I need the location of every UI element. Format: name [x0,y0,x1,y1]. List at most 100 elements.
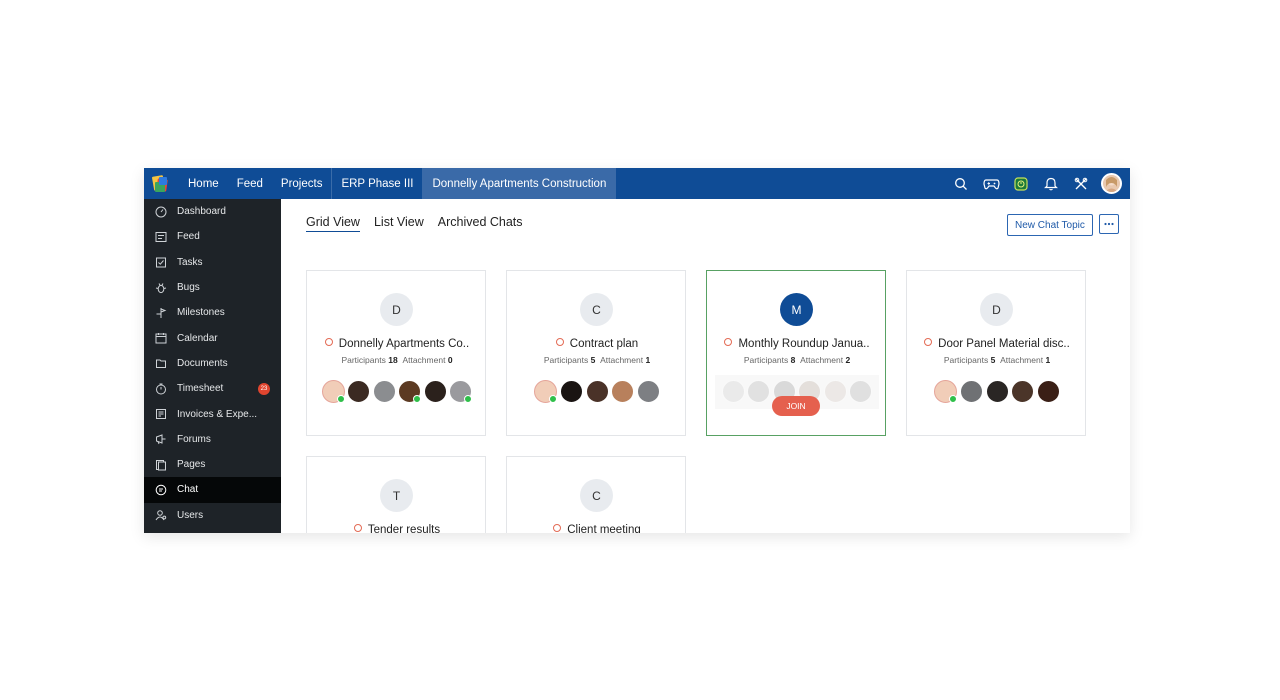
participant-avatar[interactable] [372,380,396,403]
sidebar-item-label: Dashboard [177,206,226,218]
participant-avatar[interactable] [934,380,958,403]
sidebar-item-milestones[interactable]: Milestones [144,300,281,325]
participant-avatar[interactable] [1011,380,1035,403]
chat-card[interactable]: D Door Panel Material disc.. Participant… [906,270,1086,436]
chat-title: Client meeting [567,524,641,533]
participants-label: Participants [341,355,386,365]
chat-card[interactable]: C Client meeting [506,456,686,533]
gamepad-icon[interactable] [981,174,1001,194]
chat-card[interactable]: T Tender results [306,456,486,533]
chat-topic-icon [555,338,564,346]
sidebar-item-label: Milestones [177,307,225,319]
nav-erp-phase[interactable]: ERP Phase III [331,168,422,199]
sidebar-item-calendar[interactable]: Calendar [144,325,281,350]
sidebar-item-dashboard[interactable]: Dashboard [144,199,281,224]
attachment-label: Attachment [800,355,844,365]
more-options-button[interactable] [1099,214,1119,234]
tools-icon[interactable] [1071,174,1091,194]
invoice-icon [154,408,167,421]
sidebar-item-label: Invoices & Expe... [177,408,258,420]
sidebar-item-label: Calendar [177,332,218,344]
participant-avatars [907,380,1087,403]
more-icon [1104,222,1114,226]
chat-icon [154,483,167,496]
chat-topic-icon [924,338,933,346]
nav-feed[interactable]: Feed [228,168,272,199]
chat-topic-icon [724,338,733,346]
attachment-label: Attachment [600,355,644,365]
chat-title: Tender results [367,524,441,533]
participant-avatar[interactable] [559,380,583,403]
chat-card[interactable]: M Monthly Roundup Janua.. Participants 8… [706,270,886,436]
chat-avatar-letter: D [980,293,1013,326]
notification-badge: 23 [258,383,270,396]
participant-avatar[interactable] [985,380,1009,403]
participant-avatar[interactable] [347,380,371,403]
sidebar-item-tasks[interactable]: Tasks [144,250,281,275]
participant-avatar[interactable] [1036,380,1060,403]
sidebar-item-feed[interactable]: Feed [144,224,281,249]
participant-avatar[interactable] [959,380,983,403]
attachment-count: 2 [845,355,851,365]
sidebar-item-timesheet[interactable]: Timesheet 23 [144,376,281,401]
sidebar-item-chat[interactable]: Chat [144,477,281,503]
timer-icon[interactable] [1011,174,1031,194]
participant-avatar[interactable] [585,380,609,403]
tab-archived-chats[interactable]: Archived Chats [438,215,523,232]
sidebar-item-bugs[interactable]: Bugs [144,275,281,300]
chat-card[interactable]: D Donnelly Apartments Co.. Participants … [306,270,486,436]
join-button[interactable]: JOIN [772,396,820,416]
bell-icon[interactable] [1041,174,1061,194]
new-chat-topic-button[interactable]: New Chat Topic [1007,214,1093,236]
sidebar-item-forums[interactable]: Forums [144,427,281,452]
chat-avatar-letter: C [580,293,613,326]
chat-avatar-letter: C [580,479,613,512]
participant-avatar[interactable] [398,380,422,403]
view-tabs: Grid View List View Archived Chats [306,215,523,232]
sidebar-item-label: Forums [177,433,211,445]
participant-avatar [849,380,873,403]
top-nav: Home Feed Projects ERP Phase III Donnell… [144,168,1130,199]
nav-actions [951,168,1122,199]
chat-card[interactable]: C Contract plan Participants 5 Attachmen… [506,270,686,436]
tab-grid-view[interactable]: Grid View [306,215,360,232]
participant-avatar[interactable] [449,380,473,403]
participant-avatar[interactable] [636,380,660,403]
chat-avatar-letter: M [780,293,813,326]
participant-avatar[interactable] [423,380,447,403]
sidebar-item-label: Documents [177,357,228,369]
chat-title: Monthly Roundup Janua.. [738,338,870,350]
users-icon [154,509,167,522]
tab-list-view[interactable]: List View [374,215,424,232]
sidebar-item-label: Feed [177,231,200,243]
sidebar-item-label: Users [177,509,204,521]
sidebar: Dashboard Feed Tasks Bugs Milestones Cal… [144,199,281,533]
participants-count: 8 [790,355,796,365]
sidebar-item-pages[interactable]: Pages [144,452,281,477]
participant-avatar [823,380,847,403]
nav-projects[interactable]: Projects [272,168,332,199]
chat-title: Door Panel Material disc.. [938,338,1070,350]
chat-avatar-letter: T [380,479,413,512]
chat-topic-icon [553,524,562,532]
search-icon[interactable] [951,174,971,194]
attachment-count: 1 [1045,355,1051,365]
sidebar-item-documents[interactable]: Documents [144,351,281,376]
app-logo-icon[interactable] [151,174,171,194]
sidebar-item-invoices[interactable]: Invoices & Expe... [144,401,281,426]
participants-count: 5 [990,355,996,365]
participant-avatar[interactable] [611,380,635,403]
sidebar-item-label: Tasks [177,256,203,268]
main-content: Grid View List View Archived Chats New C… [281,199,1130,533]
user-avatar[interactable] [1101,173,1122,194]
sidebar-item-label: Chat [177,484,199,496]
participant-avatar[interactable] [534,380,558,403]
nav-home[interactable]: Home [179,168,228,199]
sidebar-item-users[interactable]: Users [144,503,281,528]
participants-label: Participants [943,355,989,365]
app-window: Home Feed Projects ERP Phase III Donnell… [144,168,1130,533]
sidebar-item-label: Pages [177,459,206,471]
nav-current-project[interactable]: Donnelly Apartments Construction [422,168,617,199]
participant-avatar[interactable] [321,380,345,403]
participants-count: 5 [590,355,596,365]
